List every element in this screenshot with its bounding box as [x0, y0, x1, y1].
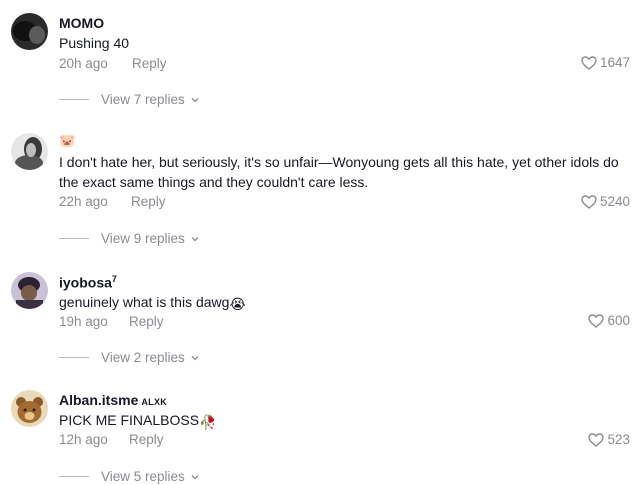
divider — [59, 476, 89, 477]
view-replies-button[interactable]: View 5 replies — [59, 469, 199, 484]
comment-time: 20h ago — [59, 56, 108, 71]
heart-icon — [588, 432, 605, 447]
username[interactable]: 🐷 — [59, 133, 75, 149]
user-badge: ALXK — [141, 397, 168, 407]
avatar[interactable] — [11, 133, 48, 170]
comment-text-content: PICK ME FINALBOSS — [59, 412, 200, 428]
comment-time: 19h ago — [59, 314, 108, 329]
comment-text-content: genuinely what is this dawg — [59, 294, 230, 310]
heart-icon — [581, 194, 597, 209]
heart-icon — [581, 55, 597, 70]
comment-text: Pushing 40 — [59, 35, 130, 51]
username-text: Alban.itsme — [59, 392, 139, 408]
comment-text: genuinely what is this dawg😭 — [59, 292, 629, 314]
like-button[interactable]: 600 — [588, 313, 630, 328]
comment-time: 12h ago — [59, 432, 108, 447]
divider — [59, 238, 89, 239]
like-button[interactable]: 523 — [588, 432, 630, 447]
chevron-down-icon — [191, 474, 199, 479]
username-superscript: 7 — [111, 274, 117, 284]
loudly-crying-face-emoji: 😭 — [229, 296, 246, 312]
avatar[interactable] — [11, 390, 48, 427]
divider — [59, 99, 89, 100]
view-replies-label: View 7 replies — [101, 92, 185, 107]
like-count: 600 — [607, 313, 630, 328]
comment-text: I don't hate her, but seriously, it's so… — [59, 154, 619, 190]
wilted-flower-emoji: 🥀 — [199, 414, 217, 430]
view-replies-label: View 5 replies — [101, 469, 185, 484]
like-count: 1647 — [599, 55, 630, 70]
like-count: 5240 — [599, 194, 630, 209]
reply-button[interactable]: Reply — [129, 314, 164, 329]
reply-button[interactable]: Reply — [129, 432, 164, 447]
username[interactable]: Alban.itsme ALXK — [59, 392, 167, 408]
username[interactable]: MOMO — [59, 15, 104, 31]
reply-button[interactable]: Reply — [132, 56, 167, 71]
comment-text: PICK ME FINALBOSS🥀 — [59, 410, 629, 432]
divider — [59, 357, 89, 358]
chevron-down-icon — [191, 355, 199, 360]
view-replies-label: View 2 replies — [101, 350, 185, 365]
avatar[interactable] — [11, 13, 48, 50]
like-count: 523 — [607, 432, 630, 447]
view-replies-button[interactable]: View 2 replies — [59, 350, 199, 365]
username[interactable]: iyobosa7 — [59, 274, 117, 291]
view-replies-button[interactable]: View 9 replies — [59, 231, 199, 246]
like-button[interactable]: 5240 — [581, 194, 630, 209]
heart-icon — [588, 313, 605, 328]
chevron-down-icon — [191, 236, 199, 241]
chevron-down-icon — [191, 97, 199, 102]
view-replies-label: View 9 replies — [101, 231, 185, 246]
comment-time: 22h ago — [59, 194, 108, 209]
reply-button[interactable]: Reply — [131, 194, 166, 209]
avatar[interactable] — [11, 272, 48, 309]
like-button[interactable]: 1647 — [581, 55, 630, 70]
username-text: iyobosa — [59, 274, 112, 291]
view-replies-button[interactable]: View 7 replies — [59, 92, 199, 107]
